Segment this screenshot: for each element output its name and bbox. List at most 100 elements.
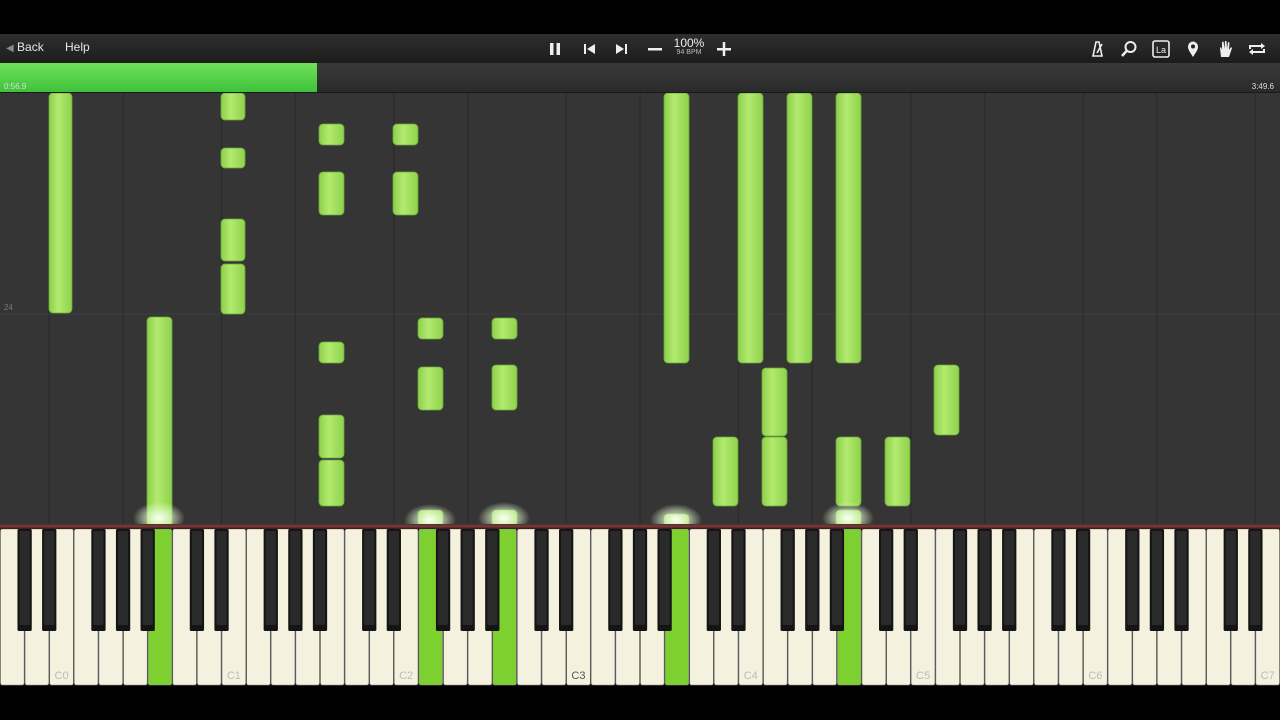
minus-icon[interactable]: [644, 38, 666, 60]
black-key-shine: [561, 531, 572, 625]
falling-note: [417, 366, 444, 411]
black-key-shine: [634, 531, 646, 625]
plus-icon[interactable]: [713, 38, 735, 60]
falling-note: [48, 93, 73, 314]
black-key-shine: [191, 531, 203, 625]
black-key-shine: [831, 531, 843, 625]
falling-note: [318, 414, 345, 459]
loop-icon[interactable]: [1246, 38, 1268, 60]
falling-note: [220, 263, 246, 315]
falling-note: [220, 93, 246, 121]
black-key-shine: [1176, 531, 1187, 625]
note-hit-glow: [650, 504, 702, 526]
black-key-shine: [265, 531, 276, 625]
back-button[interactable]: ◀ Back: [6, 40, 44, 54]
octave-label: C3: [571, 670, 585, 682]
measure-number: 24: [4, 303, 13, 312]
help-button[interactable]: Help: [65, 40, 90, 54]
falling-note: [417, 317, 444, 340]
octave-label: C2: [399, 670, 413, 682]
falling-note: [712, 436, 739, 507]
black-key-shine: [782, 531, 793, 625]
black-key-shine: [216, 531, 227, 625]
piano-roll: 24: [0, 93, 1280, 526]
toolbar: ◀ Back Help 100% 94 BPM La: [0, 34, 1280, 64]
pause-icon[interactable]: [544, 38, 566, 60]
note-hit-glow: [478, 502, 530, 526]
falling-note: [146, 316, 173, 526]
black-key-shine: [905, 531, 916, 625]
black-key-shine: [1151, 531, 1163, 625]
falling-note: [835, 436, 862, 507]
skip-back-icon[interactable]: [579, 38, 601, 60]
black-key-shine: [536, 531, 547, 625]
falling-note: [663, 93, 690, 364]
falling-note: [318, 459, 345, 507]
falling-note: [491, 317, 518, 340]
progress-bar[interactable]: 0:56.9 3:49.6: [0, 63, 1280, 93]
back-label: Back: [17, 40, 44, 54]
black-key-shine: [881, 531, 892, 625]
black-key-shine: [44, 531, 55, 625]
black-key-shine: [1077, 531, 1089, 625]
octave-label: C6: [1088, 670, 1102, 682]
black-key-shine: [979, 531, 990, 625]
tempo-bpm: 94 BPM: [676, 49, 702, 56]
falling-note: [884, 436, 911, 507]
falling-note: [491, 364, 518, 411]
zoom-level: 100%: [673, 36, 705, 50]
piano-keys: C0 C1 C2 C3 C4 C5 C6 C7: [0, 529, 1280, 686]
label-icon[interactable]: La: [1150, 38, 1172, 60]
back-chevron-icon: ◀: [6, 43, 14, 54]
note-hit-glow: [133, 502, 185, 526]
black-key-shine: [142, 531, 153, 625]
search-icon[interactable]: [1118, 38, 1140, 60]
black-key-shine: [1127, 531, 1138, 625]
falling-note: [318, 341, 345, 364]
falling-note: [786, 93, 813, 364]
black-key-shine: [610, 531, 621, 625]
falling-note: [220, 147, 246, 169]
black-key-shine: [487, 531, 498, 625]
black-key-shine: [388, 531, 399, 625]
note-hit-glow: [404, 504, 456, 526]
falling-note: [933, 364, 960, 436]
metronome-icon[interactable]: [1086, 38, 1108, 60]
hand-icon[interactable]: [1214, 38, 1236, 60]
current-time: 0:56.9: [4, 82, 27, 91]
black-key-shine: [708, 531, 719, 625]
black-key-shine: [954, 531, 966, 625]
black-key-shine: [19, 531, 30, 625]
falling-note: [318, 171, 345, 216]
black-key-shine: [462, 531, 473, 625]
black-key-shine: [733, 531, 744, 625]
falling-note: [392, 123, 419, 146]
bottom-bar: [0, 686, 1280, 720]
falling-note: [220, 218, 246, 262]
black-key-shine: [1004, 531, 1015, 625]
black-key-shine: [807, 531, 818, 625]
falling-note: [761, 436, 788, 507]
skip-forward-icon[interactable]: [610, 38, 632, 60]
label-icon-text: La: [1156, 45, 1166, 55]
falling-note: [392, 171, 419, 216]
octave-label: C0: [55, 670, 69, 682]
note-hit-glow: [822, 502, 874, 526]
falling-note: [318, 123, 345, 146]
piano-keyboard: C0 C1 C2 C3 C4 C5 C6 C7: [0, 529, 1280, 686]
black-key-shine: [117, 531, 129, 625]
octave-label: C7: [1261, 670, 1275, 682]
black-key-shine: [314, 531, 326, 625]
location-pin-icon[interactable]: [1182, 38, 1204, 60]
octave-label: C4: [744, 670, 758, 682]
falling-notes-canvas: 24: [0, 93, 1280, 526]
black-key-shine: [1053, 531, 1064, 625]
black-key-shine: [290, 531, 301, 625]
falling-note: [761, 367, 788, 437]
black-key-shine: [1225, 531, 1236, 625]
total-time: 3:49.6: [1251, 82, 1274, 91]
octave-label: C1: [227, 670, 241, 682]
black-key-shine: [659, 531, 670, 625]
black-key-shine: [437, 531, 449, 625]
octave-label: C5: [916, 670, 930, 682]
